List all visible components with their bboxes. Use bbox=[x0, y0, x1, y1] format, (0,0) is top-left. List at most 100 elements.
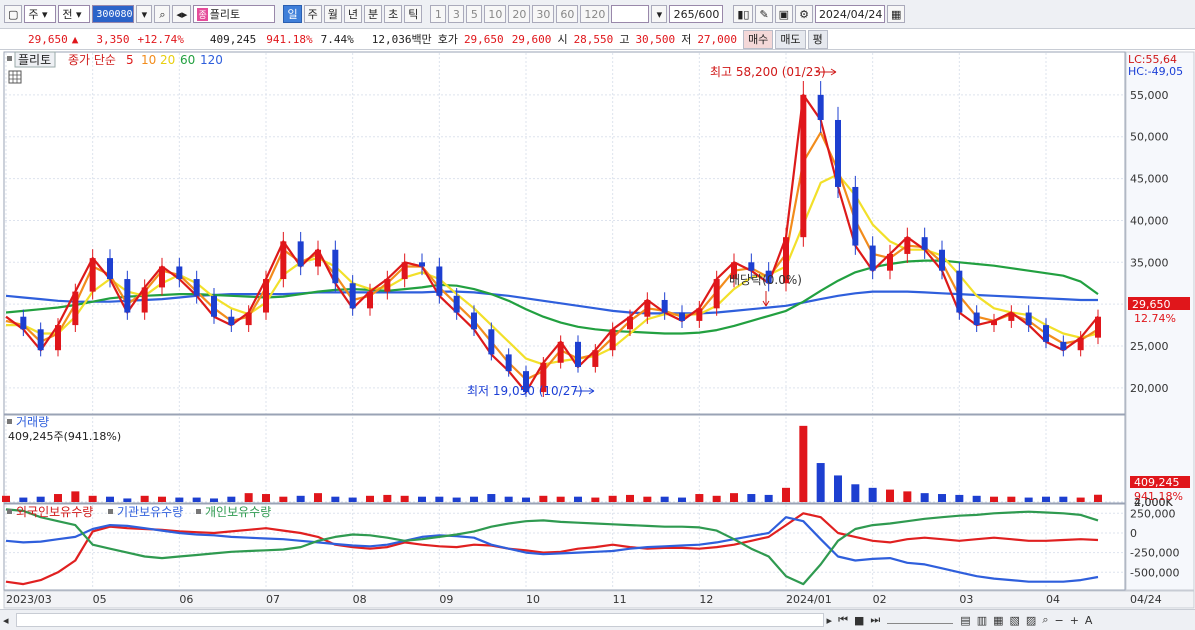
candle-body bbox=[627, 316, 633, 330]
candle-body bbox=[72, 291, 79, 326]
candle-body bbox=[679, 312, 685, 321]
holders-tick-label: -500,000 bbox=[1130, 566, 1179, 579]
speaker-icon[interactable]: ◂▸ bbox=[172, 5, 192, 23]
candle-body bbox=[245, 312, 252, 326]
layout-3-icon[interactable]: ▦ bbox=[990, 614, 1006, 627]
scroll-right-icon[interactable]: ▸ bbox=[824, 614, 836, 627]
volume-bar bbox=[851, 484, 860, 502]
candle-body bbox=[401, 262, 408, 280]
volume-bar bbox=[1059, 496, 1068, 502]
candle-body bbox=[20, 316, 27, 330]
candle-body bbox=[1025, 312, 1032, 326]
volume-bar bbox=[1076, 497, 1085, 502]
volume-bar bbox=[158, 496, 166, 502]
chart-layout-icon[interactable]: ▢ bbox=[4, 5, 23, 23]
interval-30-button[interactable]: 30 bbox=[532, 5, 555, 23]
candle-body bbox=[904, 237, 911, 254]
candle-body bbox=[1095, 316, 1101, 338]
save-icon[interactable]: ▣ bbox=[774, 5, 794, 23]
volume-bar bbox=[712, 495, 721, 502]
candle-body bbox=[835, 119, 841, 187]
sell-button[interactable]: 매도 bbox=[775, 29, 806, 49]
date-field[interactable]: 2024/04/24 bbox=[814, 5, 885, 23]
interval-custom-select[interactable] bbox=[611, 5, 650, 23]
volume-bar bbox=[452, 497, 461, 502]
period-tick-button[interactable]: 틱 bbox=[404, 5, 423, 23]
volume-bar bbox=[522, 497, 530, 502]
zoom-in-icon[interactable]: + bbox=[1067, 614, 1082, 627]
layout-4-icon[interactable]: ▧ bbox=[1007, 614, 1023, 627]
layout-2-icon[interactable]: ▥ bbox=[974, 614, 990, 627]
layout-5-icon[interactable]: ▨ bbox=[1023, 614, 1039, 627]
period-year-button[interactable]: 년 bbox=[343, 5, 362, 23]
interval-10-button[interactable]: 10 bbox=[484, 5, 507, 23]
zoom-icon[interactable]: ⌕ bbox=[1039, 613, 1051, 627]
legend-stock-name: 플리토 bbox=[18, 53, 51, 67]
volume-bar bbox=[140, 495, 149, 502]
volume-bar bbox=[626, 494, 634, 502]
zoom-out-icon[interactable]: − bbox=[1051, 614, 1066, 627]
table-toggle-icon[interactable] bbox=[8, 70, 22, 84]
stock-code-input[interactable]: 300080 bbox=[92, 5, 135, 23]
legend-ma60: 60 bbox=[180, 53, 195, 67]
ask-price: 29,650 bbox=[463, 32, 504, 46]
font-size-icon[interactable]: A bbox=[1082, 614, 1096, 627]
foreign-holders-line bbox=[5, 512, 1099, 586]
volume: 409,245 bbox=[209, 32, 257, 46]
candle-body bbox=[852, 186, 859, 246]
time-tick-label: 12 bbox=[699, 593, 713, 606]
period-day-button[interactable]: 일 bbox=[283, 5, 302, 23]
price-legend: 플리토 종가 단순 5 10 20 60 120 bbox=[7, 51, 223, 84]
time-tick-label: 04/24 bbox=[1130, 593, 1162, 606]
holders-marker-2 bbox=[108, 509, 113, 514]
draw-tool-icon[interactable]: ✎ bbox=[755, 5, 773, 23]
stock-chart[interactable]: 플리토 종가 단순 5 10 20 60 120 55,00050,00045,… bbox=[0, 51, 1195, 609]
period-minute-button[interactable]: 분 bbox=[363, 5, 383, 23]
scroll-track[interactable] bbox=[15, 613, 824, 627]
time-tick-label: 04 bbox=[1046, 593, 1060, 606]
market-select-value: 주 bbox=[28, 8, 39, 21]
volume-bar bbox=[816, 463, 825, 502]
period-week-button[interactable]: 주 bbox=[303, 5, 322, 23]
volume-panel-labels: 거래량 409,245주(941.18%) 409,245 941.18% bbox=[7, 415, 1190, 503]
scope-select[interactable]: 전 ▾ bbox=[58, 5, 91, 23]
price-change: 3,350 bbox=[96, 32, 130, 46]
stop-icon[interactable]: ■ bbox=[851, 614, 867, 627]
interval-3-button[interactable]: 3 bbox=[448, 5, 465, 23]
stock-code-dropdown-icon[interactable]: ▾ bbox=[136, 5, 153, 23]
scroll-left-icon[interactable]: ◂ bbox=[0, 614, 12, 627]
chart-area[interactable]: 플리토 종가 단순 5 10 20 60 120 55,000 50,000 45,… bbox=[0, 51, 1195, 609]
search-icon[interactable]: ⌕ bbox=[154, 5, 171, 23]
candle-type-icon[interactable]: ▮▯ bbox=[733, 5, 754, 23]
bar-count-field[interactable]: 265/600 bbox=[669, 5, 724, 23]
interval-1-button[interactable]: 1 bbox=[430, 5, 447, 23]
open-label: 시 bbox=[557, 33, 568, 46]
interval-60-button[interactable]: 60 bbox=[556, 5, 579, 23]
interval-120-button[interactable]: 120 bbox=[580, 5, 610, 23]
candle-body bbox=[263, 279, 269, 313]
layout-1-icon[interactable]: ▤ bbox=[957, 614, 973, 627]
period-month-button[interactable]: 월 bbox=[323, 5, 342, 23]
price-tick-label: 20,000 bbox=[1130, 382, 1169, 395]
scroll-prev-icon[interactable]: ⏮ bbox=[835, 613, 851, 627]
evaluate-button[interactable]: 평 bbox=[807, 29, 828, 49]
market-select[interactable]: 주 ▾ bbox=[24, 5, 57, 23]
interval-dropdown-icon[interactable]: ▾ bbox=[651, 5, 668, 23]
period-second-button[interactable]: 초 bbox=[384, 5, 403, 23]
gear-icon[interactable]: ⚙ bbox=[795, 5, 813, 23]
time-tick-label: 08 bbox=[353, 593, 367, 606]
candle-body bbox=[159, 266, 165, 288]
scroll-next-icon[interactable]: ⏭ bbox=[867, 613, 883, 627]
candle-body bbox=[211, 295, 217, 317]
price-change-pct: +12.74% bbox=[137, 32, 184, 46]
price-tick-label: 50,000 bbox=[1130, 131, 1169, 144]
zoom-slider[interactable] bbox=[887, 617, 954, 624]
calendar-icon[interactable]: ▦ bbox=[886, 5, 906, 23]
candle-body bbox=[89, 258, 96, 292]
candle-body bbox=[505, 354, 512, 372]
dividend-arrow bbox=[762, 291, 770, 307]
scope-select-value: 전 bbox=[62, 8, 73, 21]
interval-5-button[interactable]: 5 bbox=[466, 5, 483, 23]
buy-button[interactable]: 매수 bbox=[743, 29, 774, 49]
interval-20-button[interactable]: 20 bbox=[508, 5, 531, 23]
